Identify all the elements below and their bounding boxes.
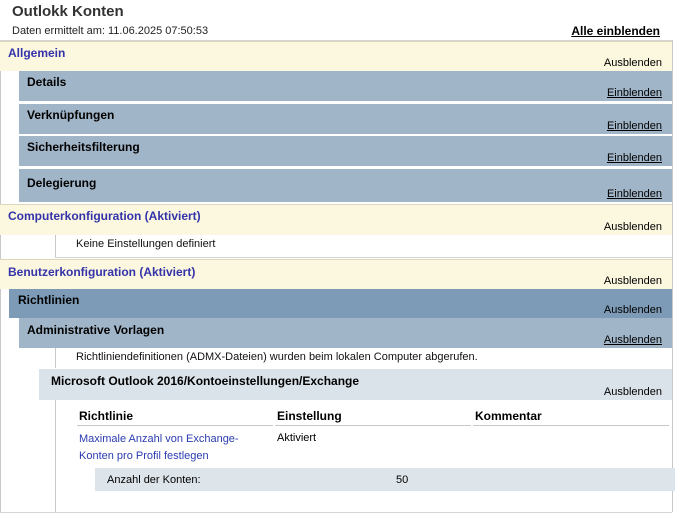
section-policies-toggle[interactable]: Ausblenden xyxy=(604,304,662,316)
section-policies-title: Richtlinien xyxy=(18,293,80,307)
section-exchange-toggle[interactable]: Ausblenden xyxy=(604,386,662,398)
col-header-setting: Einstellung xyxy=(277,409,342,423)
frame-right-border xyxy=(672,40,673,512)
col-header-setting-underline xyxy=(275,425,471,426)
section-admin-templates-title: Administrative Vorlagen xyxy=(27,323,165,337)
section-general-title: Allgemein xyxy=(8,46,66,60)
section-delegation: Delegierung Einblenden xyxy=(19,169,672,203)
section-details-toggle[interactable]: Einblenden xyxy=(607,87,662,99)
section-exchange: Microsoft Outlook 2016/Kontoeinstellunge… xyxy=(39,369,672,400)
section-security-toggle[interactable]: Einblenden xyxy=(607,152,662,164)
show-all-link[interactable]: Alle einblenden xyxy=(571,24,660,38)
section-user-toggle[interactable]: Ausblenden xyxy=(604,275,662,287)
section-user-title: Benutzerkonfiguration (Aktiviert) xyxy=(8,265,196,279)
policy-sub-setting-row: Anzahl der Konten: 50 xyxy=(95,468,675,491)
page-title: Outlokk Konten xyxy=(12,3,124,20)
col-header-comment-underline xyxy=(473,425,669,426)
section-details: Details Einblenden xyxy=(19,71,672,102)
section-details-title: Details xyxy=(27,75,67,89)
policy-setting-value: Aktiviert xyxy=(277,432,317,444)
computer-note: Keine Einstellungen definiert xyxy=(76,238,216,250)
section-user: Benutzerkonfiguration (Aktiviert) Ausble… xyxy=(0,259,672,289)
section-admin-templates-toggle[interactable]: Ausblenden xyxy=(604,334,662,346)
admin-indent-line xyxy=(55,348,56,368)
policy-max-exchange-accounts-link[interactable]: Maximale Anzahl von Exchange-Konten pro … xyxy=(79,431,259,465)
section-admin-templates: Administrative Vorlagen Ausblenden xyxy=(19,318,672,348)
section-links-toggle[interactable]: Einblenden xyxy=(607,120,662,132)
account-count-value: 50 xyxy=(396,474,409,486)
section-general-toggle[interactable]: Ausblenden xyxy=(604,57,662,69)
section-computer-toggle[interactable]: Ausblenden xyxy=(604,221,662,233)
section-security: Sicherheitsfilterung Einblenden xyxy=(19,136,672,167)
col-header-policy: Richtlinie xyxy=(79,409,134,423)
section-computer-title: Computerkonfiguration (Aktiviert) xyxy=(8,209,201,223)
col-header-policy-underline xyxy=(77,425,273,426)
data-timestamp: Daten ermittelt am: 11.06.2025 07:50:53 xyxy=(12,25,209,37)
section-general: Allgemein Ausblenden xyxy=(0,41,672,71)
frame-bottom-border xyxy=(0,512,672,513)
section-security-title: Sicherheitsfilterung xyxy=(27,140,140,154)
exchange-indent-line xyxy=(55,400,56,512)
section-delegation-title: Delegierung xyxy=(27,176,97,190)
computer-indent-line xyxy=(55,235,56,257)
section-exchange-title: Microsoft Outlook 2016/Kontoeinstellunge… xyxy=(51,374,360,388)
section-computer: Computerkonfiguration (Aktiviert) Ausble… xyxy=(0,204,672,235)
section-links: Verknüpfungen Einblenden xyxy=(19,104,672,135)
section-delegation-toggle[interactable]: Einblenden xyxy=(607,188,662,200)
section-links-title: Verknüpfungen xyxy=(27,108,115,122)
admin-templates-note: Richtliniendefinitionen (ADMX-Dateien) w… xyxy=(76,351,478,363)
account-count-label: Anzahl der Konten: xyxy=(107,474,201,486)
col-header-comment: Kommentar xyxy=(475,409,542,423)
computer-note-divider xyxy=(55,257,672,258)
section-policies: Richtlinien Ausblenden xyxy=(9,289,672,318)
